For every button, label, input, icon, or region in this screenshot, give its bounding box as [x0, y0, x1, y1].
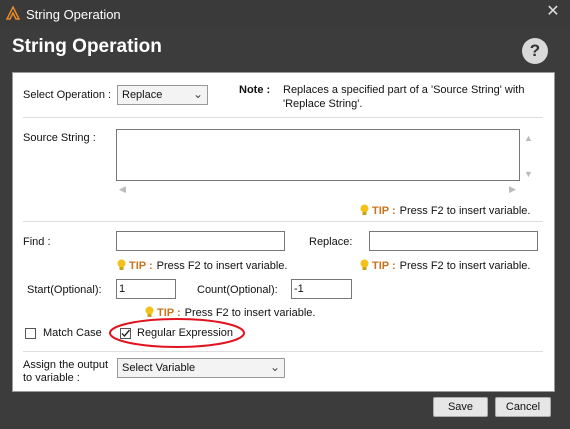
select-operation-label: Select Operation :	[23, 89, 112, 101]
assign-label-line2: to variable :	[23, 372, 80, 384]
lightbulb-icon	[360, 259, 369, 270]
scroll-up-icon[interactable]: ▲	[524, 133, 533, 143]
start-input[interactable]: 1	[116, 279, 176, 299]
replace-label: Replace:	[309, 236, 353, 248]
find-input[interactable]	[116, 231, 285, 251]
source-string-textarea[interactable]	[116, 129, 520, 181]
start-label: Start(Optional):	[27, 284, 102, 296]
divider	[23, 117, 543, 118]
dialog-heading: String Operation	[12, 36, 162, 57]
save-button[interactable]: Save	[433, 397, 488, 417]
note-text-line2: 'Replace String'.	[283, 98, 363, 110]
scroll-right-icon[interactable]: ▶	[509, 184, 516, 195]
scroll-down-icon[interactable]: ▼	[524, 169, 533, 179]
annotation-circle	[109, 318, 245, 348]
assign-label-line1: Assign the output	[23, 359, 109, 371]
lightbulb-icon	[117, 259, 126, 270]
chevron-down-icon: ⌄	[192, 87, 203, 101]
operation-select[interactable]: Replace ⌄	[117, 85, 208, 105]
assign-variable-select[interactable]: Select Variable ⌄	[117, 358, 285, 378]
lightbulb-icon	[360, 204, 369, 215]
match-case-checkbox[interactable]	[25, 328, 36, 339]
source-tip: TIP : Press F2 to insert variable.	[360, 204, 530, 217]
divider	[23, 351, 543, 352]
find-tip: TIP : Press F2 to insert variable.	[117, 259, 287, 272]
operation-select-value: Replace	[122, 89, 163, 101]
source-string-label: Source String :	[23, 132, 96, 144]
title-bar: String Operation ✕	[0, 0, 570, 28]
window-title: String Operation	[26, 7, 121, 22]
help-icon[interactable]: ?	[522, 38, 548, 64]
close-icon[interactable]: ✕	[544, 3, 562, 21]
replace-tip: TIP : Press F2 to insert variable.	[360, 259, 530, 272]
divider	[23, 221, 543, 222]
count-label: Count(Optional):	[197, 284, 278, 296]
note-label: Note :	[239, 84, 271, 96]
chevron-down-icon: ⌄	[269, 360, 280, 374]
find-label: Find :	[23, 236, 51, 248]
scroll-left-icon[interactable]: ◀	[119, 184, 126, 195]
assign-variable-value: Select Variable	[122, 362, 196, 374]
count-input[interactable]: -1	[291, 279, 352, 299]
app-logo-icon	[6, 6, 20, 20]
dialog-window: String Operation ✕ String Operation ? Se…	[0, 0, 570, 429]
replace-input[interactable]	[369, 231, 538, 251]
cancel-button[interactable]: Cancel	[495, 397, 551, 417]
note-text-line1: Replaces a specified part of a 'Source S…	[283, 84, 525, 96]
form-panel: Select Operation : Replace ⌄ Note : Repl…	[12, 72, 555, 392]
match-case-label: Match Case	[43, 327, 102, 339]
